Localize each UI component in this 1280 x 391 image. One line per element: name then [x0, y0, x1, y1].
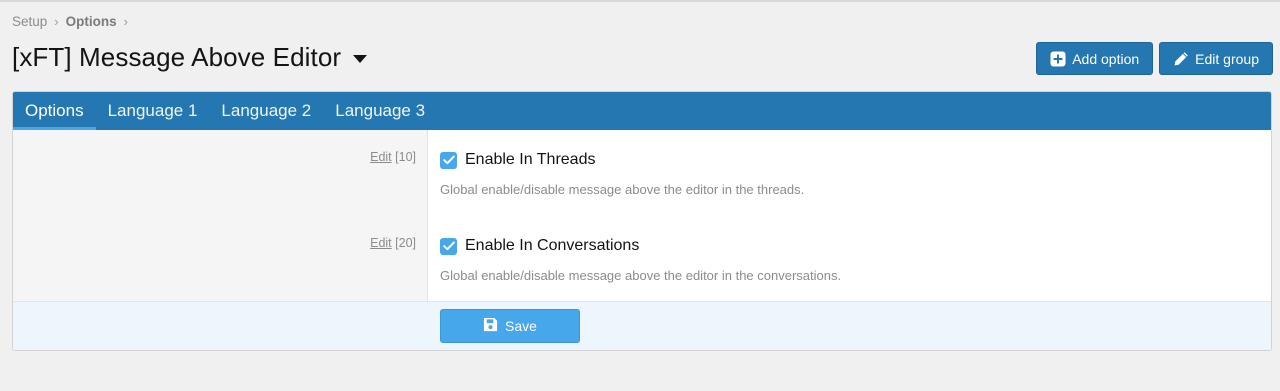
tab-options[interactable]: Options [13, 92, 96, 130]
option-label: Enable In Conversations [465, 237, 640, 254]
option-item: Enable In Conversations Global enable/di… [440, 237, 841, 283]
option-order: [20] [395, 236, 416, 250]
option-hint: Global enable/disable message above the … [440, 268, 842, 283]
breadcrumb-item-setup[interactable]: Setup [12, 14, 47, 29]
option-edit-ref: Edit [20] [370, 236, 416, 250]
page-title: [xFT] Message Above Editor [12, 42, 342, 72]
edit-group-button[interactable]: Edit group [1159, 42, 1273, 75]
save-button[interactable]: Save [440, 309, 580, 343]
tab-language-2[interactable]: Language 2 [209, 92, 323, 130]
option-label: Enable In Threads [465, 151, 596, 168]
pencil-icon [1173, 51, 1189, 67]
chevron-right-icon: › [54, 14, 59, 29]
option-content-column: Enable In Threads Global enable/disable … [428, 130, 1271, 302]
plus-square-icon [1050, 51, 1066, 67]
edit-option-link[interactable]: Edit [370, 236, 392, 250]
checkbox[interactable] [440, 151, 457, 169]
option-toggle[interactable]: Enable In Conversations [440, 237, 841, 255]
option-rows: Edit [10] Edit [20] Enable In Threads Gl… [13, 130, 1271, 302]
option-edit-ref: Edit [10] [370, 150, 416, 164]
tab-bar: Options Language 1 Language 2 Language 3 [13, 92, 1271, 130]
checkbox[interactable] [440, 237, 457, 255]
option-order: [10] [395, 150, 416, 164]
edit-group-label: Edit group [1195, 50, 1259, 67]
tab-label: Options [25, 101, 84, 120]
tab-language-1[interactable]: Language 1 [96, 92, 210, 130]
breadcrumb-item-options[interactable]: Options [66, 14, 117, 29]
tab-language-3[interactable]: Language 3 [323, 92, 437, 130]
floppy-disk-icon [483, 317, 498, 335]
breadcrumb: Setup › Options › [12, 14, 135, 29]
options-block: Options Language 1 Language 2 Language 3… [12, 91, 1272, 351]
tab-label: Language 1 [107, 101, 198, 120]
check-icon [442, 241, 455, 251]
chevron-right-icon: › [123, 14, 128, 29]
check-icon [442, 155, 455, 165]
save-label: Save [505, 318, 537, 334]
add-option-button[interactable]: Add option [1036, 42, 1154, 75]
option-toggle[interactable]: Enable In Threads [440, 151, 804, 169]
edit-option-link[interactable]: Edit [370, 150, 392, 164]
header-actions: Add option Edit group [1036, 42, 1273, 75]
form-submit-row: Save [13, 301, 1271, 350]
tab-label: Language 2 [221, 101, 312, 120]
tab-label: Language 3 [335, 101, 426, 120]
option-item: Enable In Threads Global enable/disable … [440, 151, 804, 197]
caret-down-icon [353, 54, 368, 63]
page-title-menu[interactable]: [xFT] Message Above Editor [12, 42, 368, 73]
add-option-label: Add option [1072, 50, 1140, 67]
option-hint: Global enable/disable message above the … [440, 182, 805, 197]
option-meta-column: Edit [10] Edit [20] [13, 130, 428, 302]
